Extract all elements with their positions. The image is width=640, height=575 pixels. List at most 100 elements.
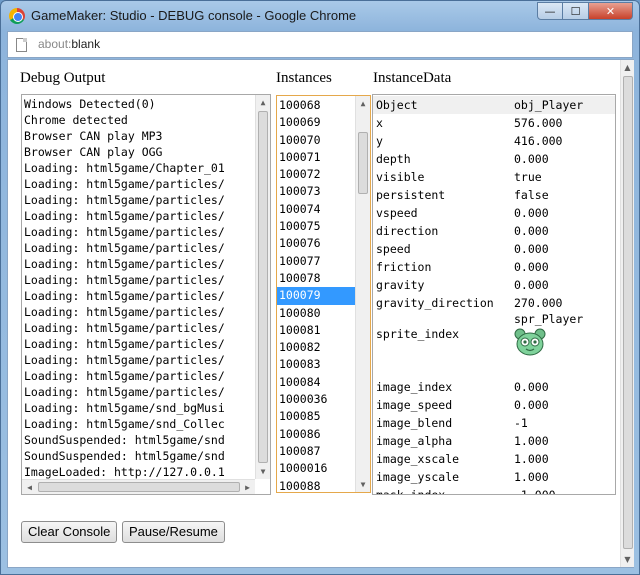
instance-item[interactable]: 100088 [277, 478, 355, 492]
scroll-right-icon[interactable]: ▶ [240, 480, 255, 494]
instance-data-row: image_alpha 1.000 [373, 432, 615, 450]
window-controls: — ☐ ✕ [537, 2, 633, 20]
property-value: 0.000 [514, 224, 549, 238]
instance-data-panel[interactable]: Object obj_Player x 576.000 y 416.000 depth 0… [372, 94, 616, 495]
property-name: friction [376, 260, 432, 274]
scroll-thumb[interactable] [623, 76, 633, 549]
property-value: 0.000 [514, 260, 549, 274]
instance-item[interactable]: 100073 [277, 183, 355, 200]
property-value: 0.000 [514, 278, 549, 292]
property-value: 0.000 [514, 242, 549, 256]
player-sprite-icon [514, 328, 546, 356]
address-bar[interactable]: about:blank [7, 31, 633, 58]
instance-data-row: image_index 0.000 [373, 378, 615, 396]
property-name: gravity [376, 278, 425, 292]
page-icon [16, 38, 27, 52]
property-name: mask_index [376, 488, 446, 495]
page-vertical-scrollbar[interactable]: ▲ ▼ [620, 60, 634, 567]
scroll-up-icon[interactable]: ▲ [356, 96, 370, 111]
instance-item[interactable]: 100076 [277, 235, 355, 252]
property-value: 270.000 [514, 296, 563, 310]
property-value: 0.000 [514, 152, 549, 166]
instance-item[interactable]: 100071 [277, 149, 355, 166]
chrome-logo-icon [9, 8, 25, 24]
scroll-up-icon[interactable]: ▲ [256, 95, 270, 110]
property-name: image_yscale [376, 470, 460, 484]
instance-data-row: image_blend -1 [373, 414, 615, 432]
pause-resume-button[interactable]: Pause/Resume [122, 521, 225, 543]
instance-item[interactable]: 100072 [277, 166, 355, 183]
debug-line: Loading: html5game/particles/ [24, 337, 225, 351]
property-name: y [376, 134, 383, 148]
close-button[interactable]: ✕ [589, 2, 633, 20]
property-value: false [514, 188, 549, 202]
debug-line: Loading: html5game/particles/ [24, 177, 225, 191]
scroll-up-icon[interactable]: ▲ [621, 60, 634, 75]
property-value: -1 [514, 416, 528, 430]
instance-item[interactable]: 1000036 [277, 391, 355, 408]
clear-console-button[interactable]: Clear Console [21, 521, 118, 543]
property-name: vspeed [376, 206, 418, 220]
property-value: 0.000 [514, 380, 549, 394]
instance-item[interactable]: 100077 [277, 253, 355, 270]
instance-item[interactable]: 100068 [277, 97, 355, 114]
instance-item[interactable]: 100075 [277, 218, 355, 235]
maximize-button[interactable]: ☐ [563, 2, 589, 20]
instance-data-row: direction 0.000 [373, 222, 615, 240]
instance-item[interactable]: 100081 [277, 322, 355, 339]
property-name: x [376, 116, 383, 130]
property-value: 1.000 [514, 434, 549, 448]
property-value: 1.000 [514, 452, 549, 466]
debug-horizontal-scrollbar[interactable]: ◀ ▶ [22, 479, 255, 494]
debug-line: Loading: html5game/particles/ [24, 321, 225, 335]
instance-item[interactable]: 1000016 [277, 460, 355, 477]
instances-list-panel[interactable]: 100068 100069 100070 100071 100072 100073 1000… [276, 95, 371, 493]
scroll-thumb[interactable] [38, 482, 240, 492]
property-name: image_alpha [376, 434, 453, 448]
scroll-thumb[interactable] [358, 132, 368, 194]
instance-item[interactable]: 100083 [277, 356, 355, 373]
debug-line: Loading: html5game/particles/ [24, 369, 225, 383]
instance-data-row: speed 0.000 [373, 240, 615, 258]
debug-line: Browser CAN play OGG [24, 145, 163, 159]
property-name: gravity_direction [376, 296, 494, 310]
instance-data-row: friction 0.000 [373, 258, 615, 276]
scroll-down-icon[interactable]: ▼ [621, 552, 634, 567]
instance-item[interactable]: 100069 [277, 114, 355, 131]
scroll-down-icon[interactable]: ▼ [356, 477, 370, 492]
debug-vertical-scrollbar[interactable]: ▲ ▼ [255, 95, 270, 479]
scroll-thumb[interactable] [258, 111, 268, 463]
instance-item[interactable]: 100074 [277, 201, 355, 218]
instance-item[interactable]: 100086 [277, 426, 355, 443]
debug-output-panel[interactable]: Windows Detected(0) Chrome detected Browse… [21, 94, 271, 495]
scroll-left-icon[interactable]: ◀ [22, 480, 37, 494]
property-value: 416.000 [514, 134, 563, 148]
instance-item[interactable]: 100082 [277, 339, 355, 356]
minimize-button[interactable]: — [537, 2, 563, 20]
scroll-down-icon[interactable]: ▼ [256, 464, 270, 479]
property-name: speed [376, 242, 411, 256]
debug-output-heading: Debug Output [20, 70, 106, 86]
browser-window: GameMaker: Studio - DEBUG console - Goog… [0, 0, 640, 575]
instances-heading: Instances [276, 70, 332, 86]
property-value: 1.000 [514, 470, 549, 484]
instance-item[interactable]: 100070 [277, 132, 355, 149]
property-value: true [514, 170, 542, 184]
instance-item[interactable]: 100087 [277, 443, 355, 460]
instance-item[interactable]: 100079 [277, 287, 355, 305]
instance-item[interactable]: 100080 [277, 305, 355, 322]
debug-line: Windows Detected(0) [24, 97, 156, 111]
debug-line: Loading: html5game/particles/ [24, 385, 225, 399]
property-name: image_index [376, 380, 453, 394]
debug-line: SoundSuspended: html5game/snd [24, 449, 225, 463]
window-title: GameMaker: Studio - DEBUG console - Goog… [31, 8, 357, 23]
instance-item[interactable]: 100078 [277, 270, 355, 287]
property-value: 576.000 [514, 116, 563, 130]
debug-line: Loading: html5game/particles/ [24, 273, 225, 287]
instance-item[interactable]: 100084 [277, 374, 355, 391]
instance-item[interactable]: 100085 [277, 408, 355, 425]
title-bar[interactable]: GameMaker: Studio - DEBUG console - Goog… [1, 1, 639, 31]
instances-vertical-scrollbar[interactable]: ▲ ▼ [355, 96, 370, 492]
url-text[interactable]: about:blank [38, 37, 100, 51]
instance-data-row: vspeed 0.000 [373, 204, 615, 222]
